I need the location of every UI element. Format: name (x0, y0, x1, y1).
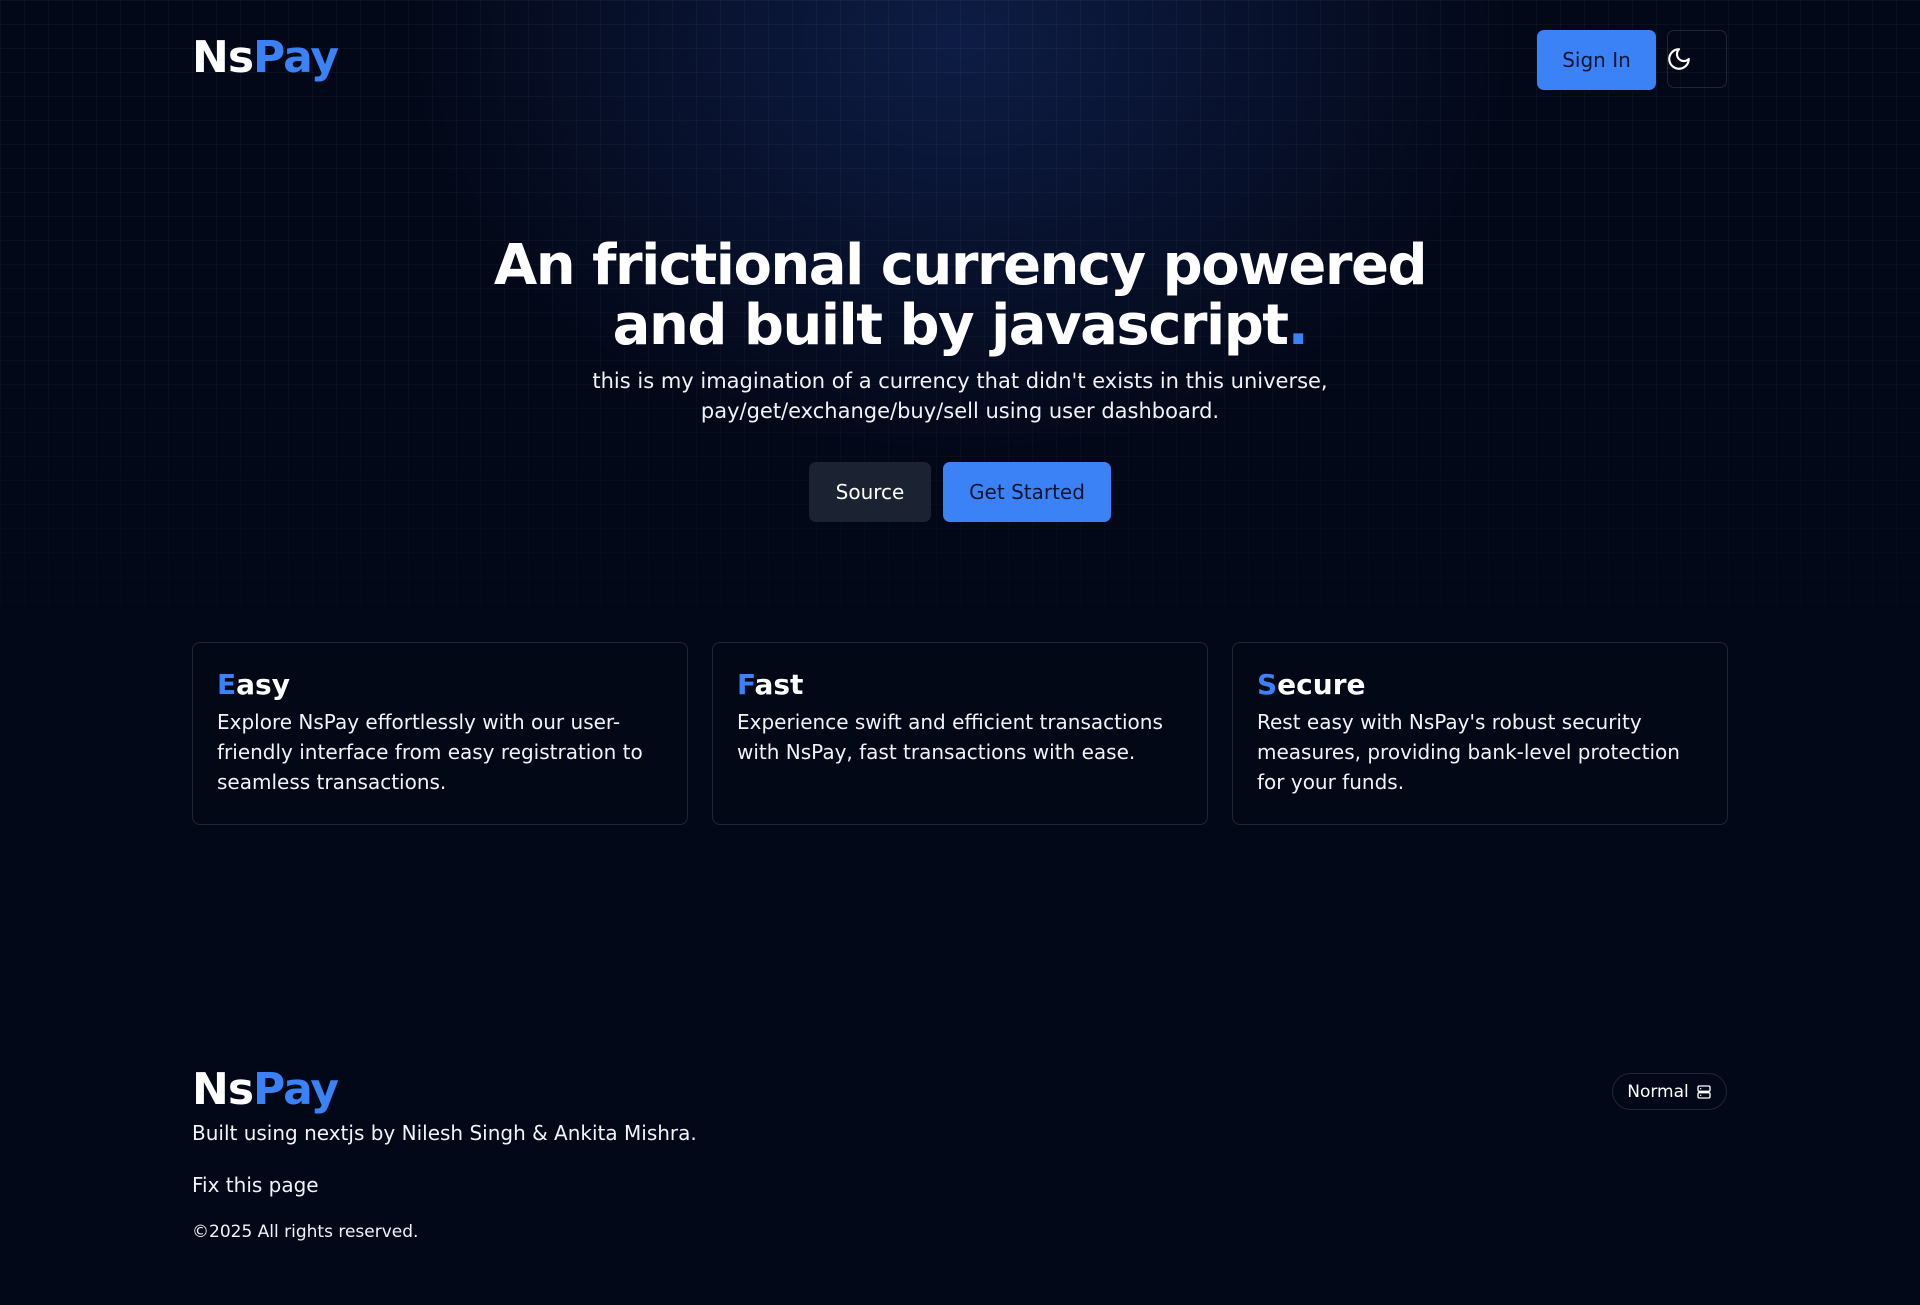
source-button[interactable]: Source (809, 462, 931, 522)
feature-title-rest: ecure (1277, 668, 1366, 701)
theme-toggle-button[interactable] (1667, 30, 1727, 88)
status-label: Normal (1627, 1081, 1689, 1102)
feature-title-initial: F (737, 668, 755, 701)
hero-title-dot: . (1287, 293, 1309, 358)
feature-card-easy: Easy Explore NsPay effortlessly with our… (192, 642, 688, 825)
hero-title: An frictional currency powered and built… (360, 236, 1560, 356)
get-started-button[interactable]: Get Started (943, 462, 1111, 522)
hero-title-line1: An frictional currency powered (493, 233, 1428, 298)
landing-page: NsPay Sign In An frictional currency pow… (0, 0, 1920, 1305)
feature-title-initial: E (217, 668, 237, 701)
hero-subtitle: this is my imagination of a currency tha… (460, 366, 1460, 426)
feature-title-rest: ast (754, 668, 804, 701)
logo-pay: Pay (253, 32, 339, 83)
moon-icon (1668, 46, 1692, 72)
sign-in-button[interactable]: Sign In (1537, 30, 1656, 90)
copyright-text: ©2025 All rights reserved. (192, 1222, 419, 1242)
grid-background (0, 0, 1920, 720)
logo-ns: Ns (192, 32, 254, 83)
hero-title-line2: and built by javascript (612, 293, 1289, 358)
footer-credits: Built using nextjs by Nilesh Singh & Ank… (192, 1121, 697, 1145)
feature-card-fast: Fast Experience swift and efficient tran… (712, 642, 1208, 825)
footer-logo[interactable]: NsPay (192, 1068, 339, 1112)
feature-title: Secure (1257, 669, 1703, 701)
feature-title: Easy (217, 669, 663, 701)
feature-description: Explore NsPay effortlessly with our user… (217, 710, 643, 794)
fix-page-link[interactable]: Fix this page (192, 1171, 319, 1199)
feature-title: Fast (737, 669, 1183, 701)
logo-pay: Pay (253, 1064, 339, 1115)
header-logo[interactable]: NsPay (192, 36, 339, 80)
feature-description: Experience swift and efficient transacti… (737, 710, 1163, 764)
hero-subtitle-line2: pay/get/exchange/buy/sell using user das… (700, 399, 1220, 423)
server-icon (1696, 1084, 1712, 1100)
status-badge[interactable]: Normal (1612, 1073, 1727, 1110)
feature-title-initial: S (1257, 668, 1278, 701)
feature-card-secure: Secure Rest easy with NsPay's robust sec… (1232, 642, 1728, 825)
feature-description: Rest easy with NsPay's robust security m… (1257, 710, 1680, 794)
feature-title-rest: asy (236, 668, 290, 701)
logo-ns: Ns (192, 1064, 254, 1115)
hero-subtitle-line1: this is my imagination of a currency tha… (592, 369, 1328, 393)
